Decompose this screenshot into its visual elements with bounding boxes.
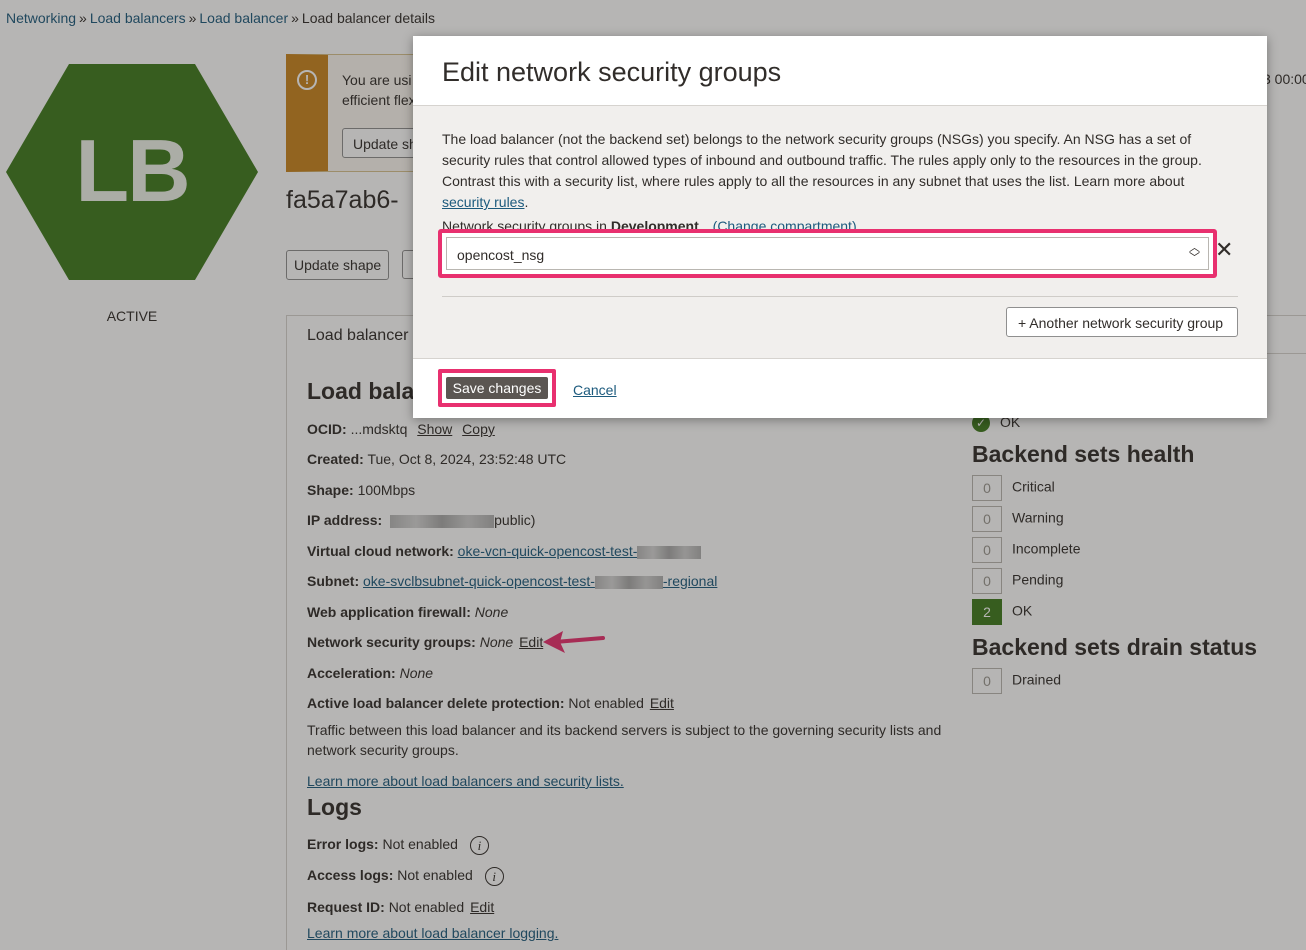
dialog-title: Edit network security groups	[442, 57, 782, 87]
save-button-highlight: Save changes	[438, 369, 556, 407]
cancel-link[interactable]: Cancel	[573, 382, 617, 398]
remove-nsg-icon[interactable]: ✕	[1215, 237, 1233, 263]
save-changes-button[interactable]: Save changes	[446, 377, 548, 399]
nsg-select-highlight: opencost_nsg ︿ ﹀	[438, 229, 1217, 278]
dialog-divider	[442, 296, 1238, 297]
add-another-nsg-button[interactable]: + Another network security group	[1006, 307, 1238, 337]
description-end: .	[524, 194, 529, 210]
nsg-select-value: opencost_nsg	[457, 247, 545, 263]
select-arrows-icon: ︿ ﹀	[1189, 242, 1200, 264]
edit-nsg-dialog: Edit network security groups The load ba…	[413, 36, 1267, 418]
dialog-footer: Save changes Cancel	[413, 358, 1267, 418]
dialog-description: The load balancer (not the backend set) …	[442, 129, 1232, 213]
nsg-select[interactable]: opencost_nsg ︿ ﹀	[446, 237, 1209, 270]
description-text: The load balancer (not the backend set) …	[442, 131, 1202, 189]
dialog-header: Edit network security groups	[413, 36, 1267, 106]
security-rules-link[interactable]: security rules	[442, 194, 524, 210]
